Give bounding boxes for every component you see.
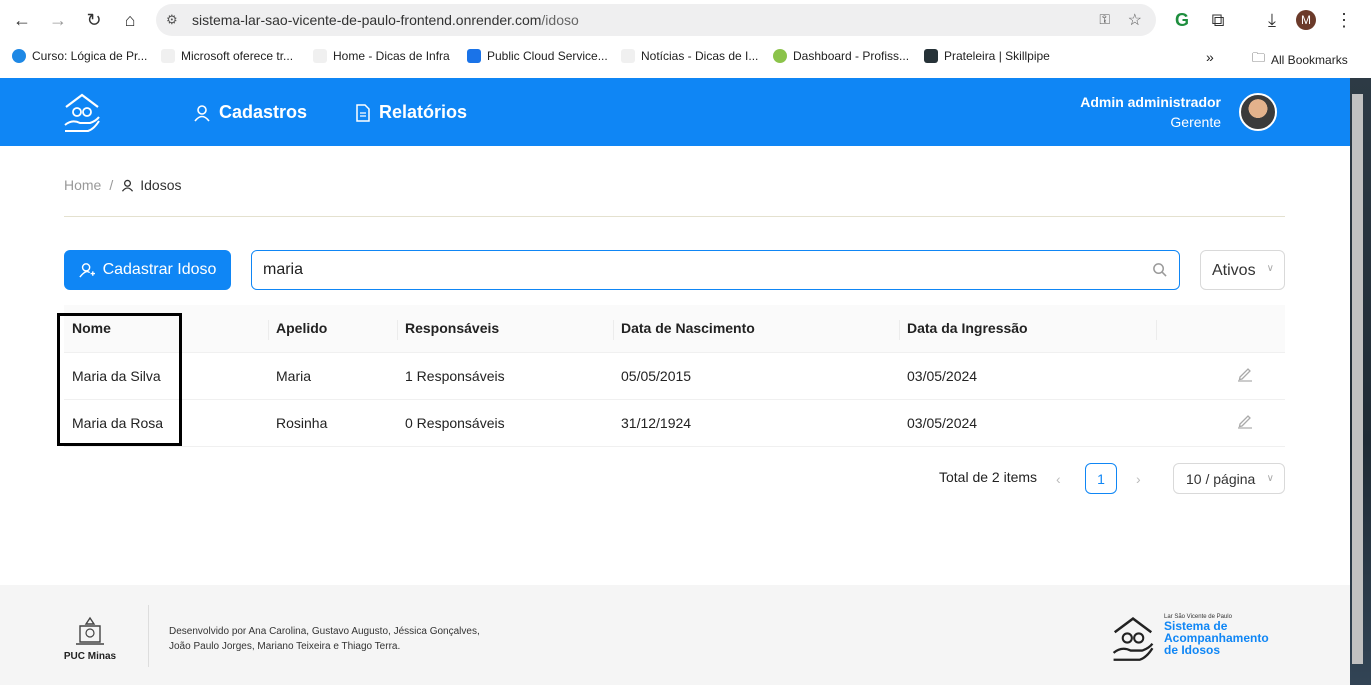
bookmark-item[interactable]: Notícias - Dicas de I... [621,49,758,63]
breadcrumb: Home / Idosos [64,177,182,193]
page-scrollbar[interactable] [1350,78,1371,685]
cell-apelido: Rosinha [268,399,397,447]
folder-icon: 🗀 [1252,50,1266,65]
cell-responsaveis: 0 Responsáveis [397,399,613,447]
add-idoso-label: Cadastrar Idoso [102,261,217,278]
reload-icon[interactable]: ↻ [82,8,106,32]
site-settings-icon[interactable]: ⚙ [166,12,178,28]
menu-relatorios-label: Relatórios [379,102,468,122]
url-path: /idoso [541,12,579,28]
table-row[interactable]: Maria da Silva Maria 1 Responsáveis 05/0… [64,352,1285,400]
menu-cadastros[interactable]: Cadastros [193,102,307,123]
divider [64,216,1285,217]
bookmark-item[interactable]: Microsoft oferece tr... [161,49,293,63]
user-icon [122,179,134,192]
back-icon[interactable]: ← [10,8,34,32]
app-logo-icon[interactable] [62,91,102,133]
user-info[interactable]: Admin administrador Gerente [1080,94,1221,130]
credits-line: Desenvolvido por Ana Carolina, Gustavo A… [169,626,480,637]
bookmark-item[interactable]: Public Cloud Service... [467,49,608,63]
highlight-box [57,313,182,446]
menu-relatorios[interactable]: Relatórios [355,102,467,123]
cell-ingressao: 03/05/2024 [899,352,1156,400]
all-bookmarks[interactable]: 🗀 All Bookmarks [1252,49,1348,71]
edit-icon[interactable] [1237,413,1253,429]
scrollbar-thumb[interactable] [1352,94,1363,664]
col-apelido[interactable]: Apelido [268,305,397,353]
search-icon[interactable] [1152,262,1167,277]
status-filter-select[interactable]: Ativos ∨ [1200,250,1285,290]
bookmark-item[interactable]: Curso: Lógica de Pr... [12,49,147,63]
user-name: Admin administrador [1080,94,1221,110]
document-icon [356,103,370,122]
extension-icon[interactable]: ⧉ [1206,8,1230,32]
cell-nascimento: 31/12/1924 [613,399,899,447]
user-role: Gerente [1170,114,1221,130]
page-button[interactable]: 1 [1085,463,1117,494]
home-icon[interactable]: ⌂ [118,8,142,32]
edit-cell [1156,399,1285,447]
next-page-icon[interactable]: › [1136,471,1141,487]
institution-name: PUC Minas [63,651,117,662]
table-header-row: Nome Apelido Responsáveis Data de Nascim… [64,305,1285,353]
forward-icon[interactable]: → [46,8,70,32]
address-bar[interactable]: ⚙ sistema-lar-sao-vicente-de-paulo-front… [156,4,1156,36]
idosos-table: Nome Apelido Responsáveis Data de Nascim… [64,305,1285,447]
search-box[interactable] [251,250,1180,290]
search-input[interactable] [252,251,1132,289]
brand-logo: Lar São Vicente de Paulo Sistema de Acom… [1110,614,1269,662]
brand-title-line: de Idosos [1164,643,1221,657]
download-icon[interactable]: ⤓ [1260,8,1284,32]
key-icon[interactable]: ⚿ [1099,11,1110,28]
prev-page-icon[interactable]: ‹ [1056,471,1061,487]
star-icon[interactable]: ☆ [1128,10,1142,30]
table-row[interactable]: Maria da Rosa Rosinha 0 Responsáveis 31/… [64,399,1285,447]
chevron-down-icon: ∨ [1266,473,1274,484]
col-actions [1156,305,1285,353]
menu-icon[interactable]: ⋮ [1332,8,1356,32]
add-user-icon [78,263,95,278]
chevron-down-icon: ∨ [1266,263,1274,274]
col-responsaveis[interactable]: Responsáveis [397,305,613,353]
bookmark-item[interactable]: Home - Dicas de Infra [313,49,450,63]
bookmark-item[interactable]: Dashboard - Profiss... [773,49,909,63]
more-bookmarks[interactable]: » [1206,49,1214,65]
puc-logo: PUC Minas [63,616,117,662]
breadcrumb-current: Idosos [121,177,182,193]
cell-nascimento: 05/05/2015 [613,352,899,400]
footer-divider [148,605,149,667]
col-nascimento[interactable]: Data de Nascimento [613,305,899,353]
breadcrumb-separator: / [109,177,114,193]
breadcrumb-home[interactable]: Home [64,177,101,193]
grammarly-icon[interactable]: G [1170,8,1194,32]
cell-ingressao: 03/05/2024 [899,399,1156,447]
cell-responsaveis: 1 Responsáveis [397,352,613,400]
status-filter-value: Ativos [1212,262,1256,279]
avatar[interactable] [1239,93,1277,131]
credits: Desenvolvido por Ana Carolina, Gustavo A… [169,624,480,654]
col-ingressao[interactable]: Data da Ingressão [899,305,1156,353]
profile-avatar[interactable]: M [1296,10,1316,30]
menu-cadastros-label: Cadastros [219,102,308,122]
credits-line: João Paulo Jorges, Mariano Teixeira e Th… [169,641,401,652]
bookmark-item[interactable]: Prateleira | Skillpipe [924,49,1050,63]
page-size-value: 10 / página [1186,471,1256,487]
cell-apelido: Maria [268,352,397,400]
edit-cell [1156,352,1285,400]
url-domain: sistema-lar-sao-vicente-de-paulo-fronten… [192,12,542,28]
app-logo-icon [1112,617,1154,661]
crest-icon [76,616,104,645]
page-size-select[interactable]: 10 / página ∨ [1173,463,1285,494]
browser-chrome: ← → ↻ ⌂ ⚙ sistema-lar-sao-vicente-de-pau… [0,0,1371,78]
edit-icon[interactable] [1237,366,1253,382]
add-idoso-button[interactable]: Cadastrar Idoso [64,250,231,290]
user-icon [194,104,210,122]
pagination-total: Total de 2 items [939,469,1038,485]
